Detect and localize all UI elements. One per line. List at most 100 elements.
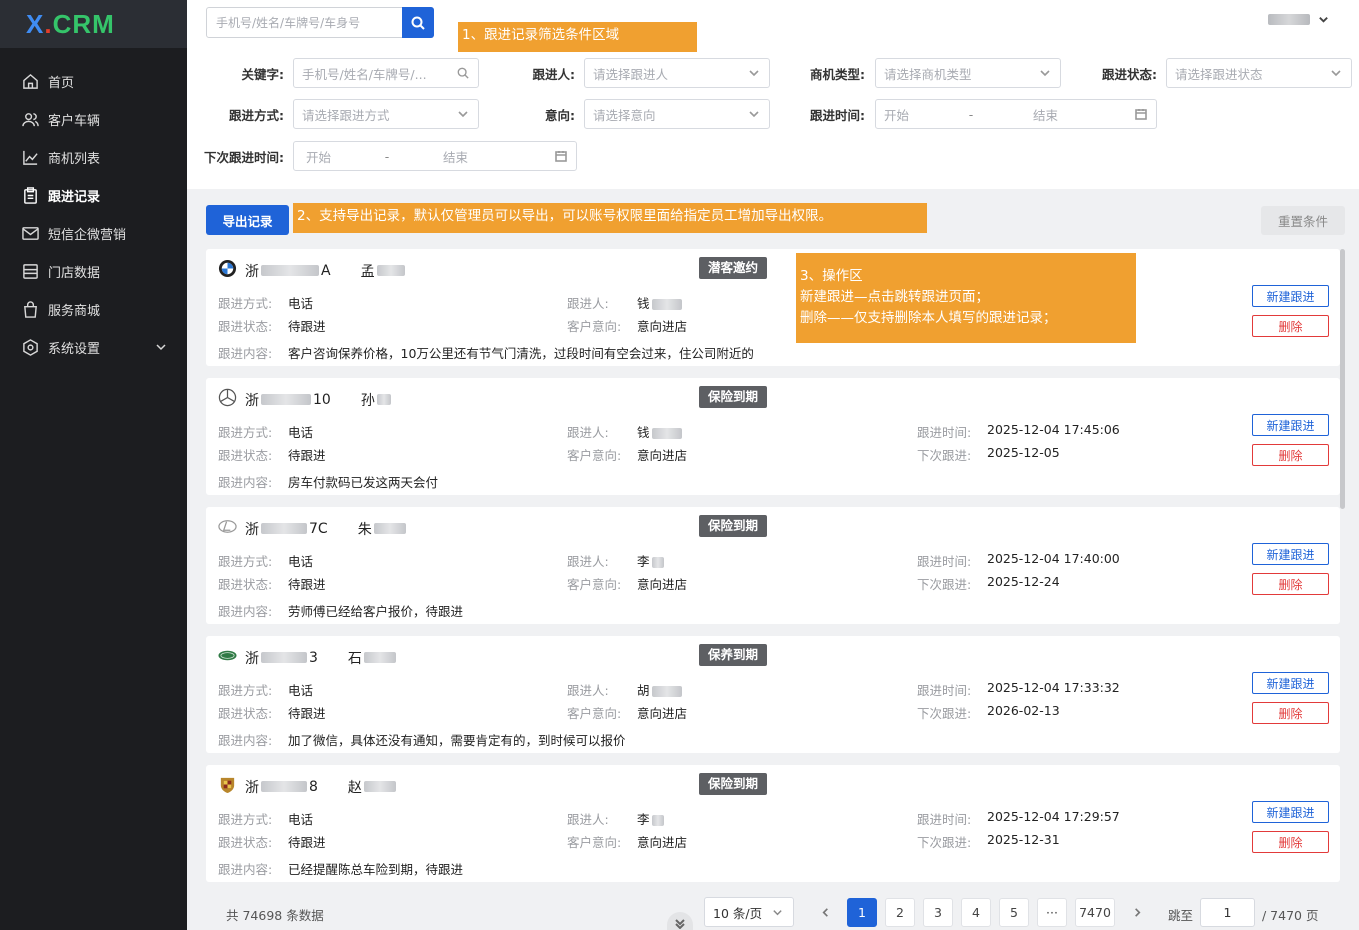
record-header: 浙 10 孙 [218,388,393,411]
gear-icon [23,338,38,356]
method-select[interactable]: 请选择跟进方式 [293,99,479,129]
total-count: 共 74698 条数据 [226,908,324,923]
new-followup-button[interactable]: 新建跟进 [1252,672,1329,694]
range-start: 开始 [884,107,910,123]
field-content: 跟进内容: 加了微信，具体还没有通知，需要肯定有的，到时候可以报价 [218,730,626,749]
page-button[interactable]: 4 [961,898,991,927]
follower-select[interactable]: 请选择跟进人 [584,58,770,88]
prev-page-button[interactable] [815,898,835,927]
field-intent: 客户意向: 意向进店 [567,574,687,593]
page-ellipsis[interactable]: ··· [1037,898,1067,927]
scrollbar[interactable] [1340,249,1345,509]
user-menu[interactable] [1268,14,1329,25]
masked-text [651,428,682,439]
delete-button[interactable]: 删除 [1252,831,1329,853]
chevron-down-icon [749,111,759,118]
sidebar-item-home[interactable]: 首页 [0,62,187,100]
keyword-label: 关键字: [241,66,285,82]
field-label: 跟进状态: [218,577,273,592]
page-button[interactable]: 3 [923,898,953,927]
delete-button[interactable]: 删除 [1252,702,1329,724]
field-value: 待跟进 [288,445,326,464]
next-time-range-picker[interactable]: 开始 - 结束 [293,141,577,171]
page-size-select[interactable]: 10 条/页 [704,897,794,927]
page-button[interactable]: 1 [847,898,877,927]
field-value: 2025-12-05 [987,445,1060,464]
masked-text [261,523,307,534]
status-select[interactable]: 请选择跟进状态 [1166,58,1352,88]
opp-type-placeholder: 请选择商机类型 [884,66,972,82]
global-search-input[interactable] [207,8,402,37]
annotation-filter-area: 1、跟进记录筛选条件区域 [458,22,697,52]
opp-type-label: 商机类型: [810,66,865,82]
sidebar-item-followups[interactable]: 跟进记录 [0,176,187,214]
sidebar-item-marketing[interactable]: 短信企微营销 [0,214,187,252]
keyword-input[interactable]: 手机号/姓名/车牌号/... [293,58,479,88]
masked-text [651,557,664,568]
sidebar-item-label: 跟进记录 [48,189,101,205]
field-value: 电话 [288,422,313,441]
field-next: 下次跟进: 2025-12-31 [917,832,1060,851]
plate-number: 浙3 [245,648,318,668]
home-icon [23,73,38,89]
delete-button[interactable]: 删除 [1252,315,1329,337]
name-prefix: 赵 [347,779,362,796]
delete-button[interactable]: 删除 [1252,573,1329,595]
logo-crm: CRM [52,8,115,39]
field-value: 待跟进 [288,574,326,593]
collapse-toggle[interactable] [667,912,693,930]
opp-type-select[interactable]: 请选择商机类型 [875,58,1061,88]
intent-select[interactable]: 请选择意向 [584,99,770,129]
field-label: 跟进状态: [218,706,273,721]
reset-button[interactable]: 重置条件 [1261,206,1345,235]
field-next: 下次跟进: 2025-12-05 [917,445,1060,464]
plate-prefix: 浙 [245,650,259,667]
logo-x: X [26,8,45,39]
page-button[interactable]: 7470 [1075,898,1115,927]
opportunity-tag: 保险到期 [699,773,768,795]
field-content: 跟进内容: 已经提醒陈总车险到期，待跟进 [218,859,463,878]
intent-value: 意向进店 [637,319,688,334]
global-search [206,7,434,38]
next-value: 2026-02-13 [987,703,1060,718]
field-label: 跟进人: [567,812,609,827]
time-range-picker[interactable]: 开始 - 结束 [875,99,1157,129]
search-button[interactable] [402,7,434,38]
app-logo[interactable]: X. CRM [0,0,187,48]
method-value: 电话 [288,683,314,698]
new-followup-button[interactable]: 新建跟进 [1252,285,1329,307]
next-value: 2025-12-24 [987,574,1060,589]
delete-button[interactable]: 删除 [1252,444,1329,466]
new-followup-button[interactable]: 新建跟进 [1252,414,1329,436]
plate-prefix: 浙 [245,263,259,280]
export-button[interactable]: 导出记录 [206,205,289,235]
field-next: 下次跟进: 2026-02-13 [917,703,1060,722]
intent-label: 意向: [545,107,575,123]
field-time: 跟进时间: 2025-12-04 17:45:06 [917,422,1120,441]
jump-input[interactable]: 1 [1200,898,1255,927]
sidebar-item-settings[interactable]: 系统设置 [0,328,187,366]
field-value: 意向进店 [637,703,687,722]
time-value: 2025-12-04 17:29:57 [987,809,1120,824]
sidebar-item-label: 客户车辆 [48,113,101,129]
page-button[interactable]: 5 [999,898,1029,927]
plate-prefix: 浙 [245,779,259,796]
field-status: 跟进状态: 待跟进 [218,703,326,722]
field-label: 跟进时间: [917,812,972,827]
next-page-button[interactable] [1127,898,1147,927]
plate-number: 浙8 [245,777,318,797]
sidebar-item-opportunities[interactable]: 商机列表 [0,138,187,176]
chart-icon [23,150,38,165]
field-value: 2025-12-31 [987,832,1060,851]
record-card: 浙 10 孙 保险到期 跟进方式: 电话 跟进状态: 待跟进 跟进内容: 房车付款码已发这两天会付… [206,378,1340,495]
new-followup-button[interactable]: 新建跟进 [1252,543,1329,565]
field-value: 加了微信，具体还没有通知，需要肯定有的，到时候可以报价 [288,730,626,749]
sidebar-item-customers[interactable]: 客户车辆 [0,100,187,138]
sidebar-item-store-data[interactable]: 门店数据 [0,252,187,290]
page-button[interactable]: 2 [885,898,915,927]
sidebar-item-label: 短信企微营销 [48,227,127,243]
clipboard-icon [24,186,37,204]
plate-number: 浙 7C [245,519,328,539]
new-followup-button[interactable]: 新建跟进 [1252,801,1329,823]
sidebar-item-mall[interactable]: 服务商城 [0,290,187,328]
